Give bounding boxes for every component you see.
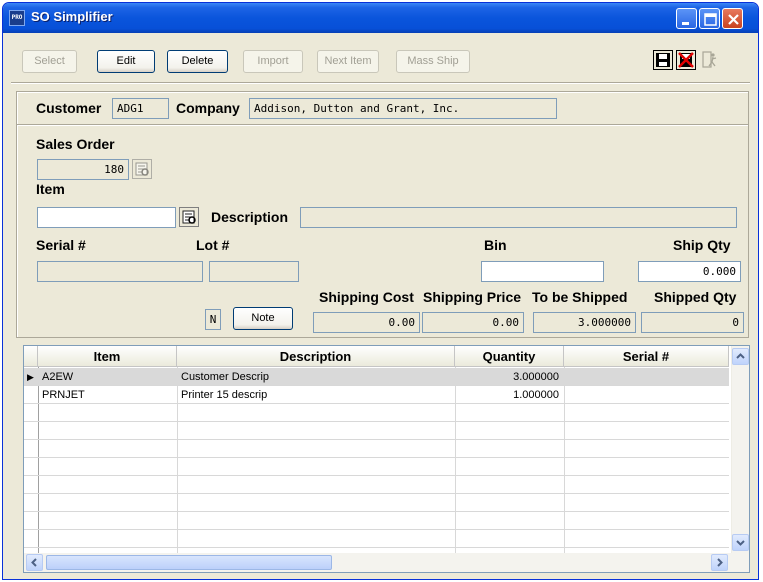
table-row bbox=[24, 440, 729, 458]
to-be-shipped-label: To be Shipped bbox=[532, 289, 628, 305]
column-header-serial[interactable]: Serial # bbox=[564, 346, 729, 367]
cell-serial bbox=[568, 386, 728, 404]
table-row bbox=[24, 530, 729, 548]
app-icon[interactable]: PRO bbox=[9, 10, 25, 26]
shipped-qty-field[interactable]: 0 bbox=[641, 312, 744, 333]
column-header-description[interactable]: Description bbox=[177, 346, 455, 367]
chevron-left-icon bbox=[31, 558, 37, 567]
bin-field[interactable] bbox=[481, 261, 604, 282]
table-row bbox=[24, 512, 729, 530]
table-row bbox=[24, 458, 729, 476]
next-item-button[interactable]: Next Item bbox=[317, 50, 379, 73]
customer-field[interactable]: ADG1 bbox=[112, 98, 169, 119]
table-row[interactable]: PRNJET Printer 15 descrip 1.000000 bbox=[24, 386, 729, 404]
table-row bbox=[24, 404, 729, 422]
lot-field[interactable] bbox=[209, 261, 299, 282]
import-button[interactable]: Import bbox=[243, 50, 303, 73]
exit-button[interactable] bbox=[700, 50, 720, 70]
scroll-left-button[interactable] bbox=[26, 554, 43, 571]
mass-ship-button[interactable]: Mass Ship bbox=[396, 50, 470, 73]
shipping-cost-label: Shipping Cost bbox=[319, 289, 414, 305]
note-flag: N bbox=[205, 309, 221, 330]
item-field[interactable] bbox=[37, 207, 176, 228]
vertical-scrollbar[interactable] bbox=[731, 346, 749, 553]
minimize-button[interactable] bbox=[676, 8, 697, 29]
company-label: Company bbox=[176, 100, 240, 116]
shipping-cost-field[interactable]: 0.00 bbox=[313, 312, 420, 333]
chevron-right-icon bbox=[717, 558, 723, 567]
to-be-shipped-field[interactable]: 3.000000 bbox=[533, 312, 636, 333]
select-button[interactable]: Select bbox=[22, 50, 77, 73]
close-button[interactable] bbox=[722, 8, 743, 29]
company-field[interactable]: Addison, Dutton and Grant, Inc. bbox=[249, 98, 557, 119]
description-label: Description bbox=[211, 209, 289, 225]
toolbar-divider bbox=[11, 82, 750, 84]
table-row bbox=[24, 422, 729, 440]
serial-field[interactable] bbox=[37, 261, 203, 282]
customer-strip: Customer ADG1 Company Addison, Dutton an… bbox=[17, 92, 748, 125]
cell-description: Printer 15 descrip bbox=[181, 389, 268, 401]
app-window: PRO SO Simplifier Select Edit Delete Imp… bbox=[2, 2, 759, 580]
minimize-icon bbox=[682, 22, 689, 25]
column-header-item[interactable]: Item bbox=[38, 346, 177, 367]
sales-order-lookup-button[interactable] bbox=[132, 159, 152, 179]
order-panel: Customer ADG1 Company Addison, Dutton an… bbox=[16, 91, 749, 338]
items-grid: Item Description Quantity Serial # ▶ A2E… bbox=[23, 345, 750, 573]
lookup-icon bbox=[182, 210, 196, 224]
ship-qty-field[interactable]: 0.000 bbox=[638, 261, 741, 282]
row-pointer-icon: ▶ bbox=[27, 372, 34, 382]
chevron-down-icon bbox=[736, 540, 745, 546]
delete-button[interactable]: Delete bbox=[167, 50, 228, 73]
scroll-up-button[interactable] bbox=[732, 348, 749, 365]
cell-quantity: 1.000000 bbox=[513, 389, 559, 401]
window-title: SO Simplifier bbox=[31, 9, 113, 24]
column-header-quantity[interactable]: Quantity bbox=[455, 346, 564, 367]
shipping-price-label: Shipping Price bbox=[423, 289, 522, 305]
cell-quantity: 3.000000 bbox=[513, 371, 559, 383]
description-field[interactable] bbox=[300, 207, 737, 228]
chevron-up-icon bbox=[736, 353, 745, 359]
lot-label: Lot # bbox=[196, 237, 230, 253]
cancel-button[interactable] bbox=[676, 50, 696, 70]
note-button[interactable]: Note bbox=[233, 307, 293, 330]
lookup-icon bbox=[135, 162, 149, 176]
ship-qty-label: Ship Qty bbox=[673, 237, 731, 253]
cell-description: Customer Descrip bbox=[181, 371, 270, 383]
table-row bbox=[24, 494, 729, 512]
bin-label: Bin bbox=[484, 237, 507, 253]
scroll-thumb[interactable] bbox=[46, 555, 332, 570]
sales-order-label: Sales Order bbox=[36, 136, 115, 152]
toolbar: Select Edit Delete Import Next Item Mass… bbox=[3, 33, 758, 84]
customer-label: Customer bbox=[36, 100, 102, 116]
item-label: Item bbox=[36, 181, 65, 197]
grid-header: Item Description Quantity Serial # bbox=[24, 346, 729, 367]
scroll-right-button[interactable] bbox=[711, 554, 728, 571]
maximize-icon bbox=[704, 13, 717, 26]
shipped-qty-label: Shipped Qty bbox=[654, 289, 737, 305]
save-icon bbox=[656, 53, 670, 67]
horizontal-scrollbar[interactable] bbox=[24, 553, 749, 572]
cell-serial bbox=[568, 368, 728, 386]
maximize-button[interactable] bbox=[699, 8, 720, 29]
serial-label: Serial # bbox=[36, 237, 86, 253]
cancel-icon bbox=[678, 52, 694, 68]
row-indicator-header bbox=[24, 346, 38, 367]
scroll-down-button[interactable] bbox=[732, 534, 749, 551]
title-bar[interactable]: PRO SO Simplifier bbox=[3, 3, 758, 33]
edit-button[interactable]: Edit bbox=[97, 50, 155, 73]
item-lookup-button[interactable] bbox=[179, 207, 199, 227]
close-icon bbox=[728, 14, 739, 25]
cell-item: A2EW bbox=[42, 371, 74, 383]
sales-order-field[interactable]: 180 bbox=[37, 159, 129, 180]
cell-item: PRNJET bbox=[42, 389, 85, 401]
exit-icon bbox=[702, 51, 717, 68]
shipping-price-field[interactable]: 0.00 bbox=[422, 312, 524, 333]
table-row[interactable]: ▶ A2EW Customer Descrip 3.000000 bbox=[24, 368, 729, 386]
table-row bbox=[24, 476, 729, 494]
save-button[interactable] bbox=[653, 50, 673, 70]
